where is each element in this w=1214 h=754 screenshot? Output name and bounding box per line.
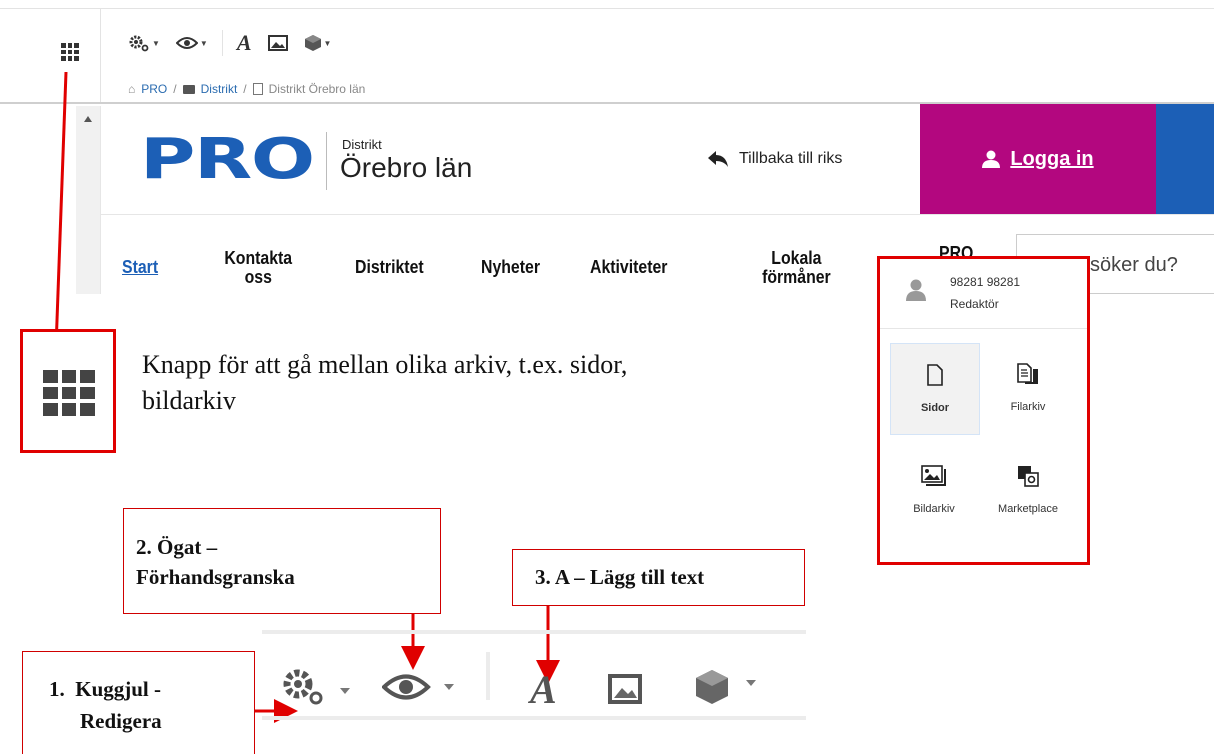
label-add-text-callout: 3. A – Lägg till text [512, 549, 805, 606]
eye-icon-enlarged [382, 674, 454, 700]
grid-caption-line2: bildarkiv [142, 386, 236, 415]
label-add-text: 3. A – Lägg till text [535, 565, 705, 589]
apps-grid-icon-enlarged [43, 370, 95, 416]
enlarged-toolbar: A [262, 630, 806, 722]
label-preview-line1: 2. Ögat – [136, 535, 218, 559]
cube-icon-enlarged [696, 670, 756, 704]
toolbar-top-border [262, 630, 806, 634]
gears-icon-enlarged [283, 669, 350, 705]
grid-button-callout [20, 329, 116, 453]
label-preview-callout: 2. Ögat – Förhandsgranska [123, 508, 441, 614]
grid-caption-line1: Knapp för att gå mellan olika arkiv, t.e… [142, 350, 628, 379]
toolbar-bottom-border [262, 716, 806, 720]
text-a-icon-enlarged: A [530, 667, 557, 712]
image-icon-enlarged [608, 674, 642, 704]
label-edit-callout: 1. Kuggjul - Redigera [22, 651, 255, 754]
label-edit-line1: 1. Kuggjul - [49, 677, 162, 701]
toolbar-separator [486, 652, 490, 700]
label-edit-line2: Redigera [80, 709, 162, 733]
label-preview-line2: Förhandsgranska [136, 565, 295, 589]
